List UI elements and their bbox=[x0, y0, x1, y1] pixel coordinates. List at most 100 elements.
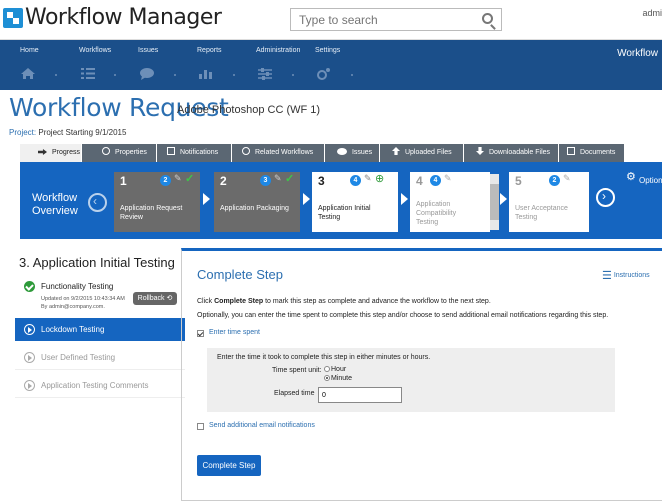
nav-home[interactable]: Home bbox=[20, 47, 39, 54]
options-link[interactable]: Option bbox=[639, 176, 662, 185]
rollback-label: Rollback bbox=[137, 295, 165, 302]
gear-icon[interactable]: ⚙ bbox=[626, 170, 636, 183]
gear-icon[interactable] bbox=[316, 67, 332, 80]
sidebar-item-lockdown-testing[interactable]: Lockdown Testing bbox=[15, 318, 185, 341]
overview-title-line1: Workflow bbox=[32, 192, 78, 204]
tab-label: Progress bbox=[51, 149, 80, 156]
step-scrollbar[interactable] bbox=[490, 174, 499, 230]
unit-minute-option[interactable]: Minute bbox=[324, 375, 352, 382]
line1-bold: Complete Step bbox=[214, 298, 264, 305]
sliders-icon[interactable] bbox=[257, 67, 273, 80]
chevron-right-icon bbox=[500, 193, 507, 205]
user-name[interactable]: admi bbox=[642, 8, 662, 18]
nav-reports[interactable]: Reports bbox=[197, 47, 222, 54]
sidebar-title: 3. Application Initial Testing bbox=[19, 255, 175, 270]
tab-notifications[interactable]: Notifications bbox=[157, 144, 232, 162]
email-notifications-checkbox[interactable] bbox=[197, 423, 204, 430]
workflow-step-5[interactable]: 5 2 ✎ User Acceptance Testing bbox=[509, 172, 589, 232]
step-label: Application Packaging bbox=[220, 205, 289, 212]
home-icon[interactable] bbox=[20, 67, 36, 80]
project-value[interactable]: Project Starting 9/1/2015 bbox=[38, 128, 126, 137]
complete-step-button[interactable]: Complete Step bbox=[197, 455, 261, 476]
list-icon[interactable] bbox=[80, 67, 96, 80]
tab-properties[interactable]: Properties bbox=[82, 144, 157, 162]
enter-time-checkbox[interactable] bbox=[197, 330, 204, 337]
tab-label: Issues bbox=[351, 149, 373, 156]
workflow-step-4[interactable]: 4 4 ✎ Application Compatibility Testing bbox=[410, 172, 490, 232]
layers-icon bbox=[242, 147, 250, 155]
brand-label: Workflow bbox=[617, 48, 658, 59]
tab-uploaded-files[interactable]: Uploaded Files bbox=[380, 144, 464, 162]
instructions-link[interactable]: ☰ Instructions bbox=[602, 269, 650, 282]
tab-label: Related Workflows bbox=[254, 149, 314, 156]
minute-radio[interactable] bbox=[324, 375, 330, 381]
chat-icon[interactable] bbox=[139, 67, 155, 80]
rollback-button[interactable]: Rollback ⟲ bbox=[133, 292, 177, 305]
target-icon: ⊕ bbox=[375, 173, 385, 185]
sidebar-item-application-testing-comments[interactable]: Application Testing Comments bbox=[15, 375, 185, 398]
step-badge: 3 bbox=[260, 175, 271, 186]
line1-post: to mark this step as complete and advanc… bbox=[263, 298, 491, 305]
email-notifications-row[interactable]: Send additional email notifications bbox=[197, 422, 315, 430]
document-icon bbox=[567, 147, 575, 155]
nav-settings[interactable]: Settings bbox=[315, 47, 340, 54]
enter-time-row[interactable]: Enter time spent bbox=[197, 329, 260, 337]
time-prompt: Enter the time it took to complete this … bbox=[217, 354, 431, 361]
edit-icon: ✎ bbox=[364, 173, 372, 183]
search-input[interactable] bbox=[291, 9, 471, 30]
nav-separator bbox=[292, 74, 294, 76]
nav-issues[interactable]: Issues bbox=[138, 47, 158, 54]
nav-separator bbox=[351, 74, 353, 76]
tab-downloadable-files[interactable]: Downloadable Files bbox=[464, 144, 559, 162]
next-arrow-icon[interactable]: › bbox=[596, 188, 615, 207]
sidebar-item-label: Application Testing Comments bbox=[41, 381, 149, 390]
workflow-overview: Workflow Overview ‹ 1 2 ✎ ✓ Application … bbox=[20, 162, 662, 239]
page-subtitle: Adobe Photoshop CC (WF 1) bbox=[177, 104, 321, 116]
step-label: User Acceptance Testing bbox=[515, 205, 568, 221]
nav-separator bbox=[174, 74, 176, 76]
step-badge: 4 bbox=[430, 175, 441, 186]
workflow-step-2[interactable]: 2 3 ✎ ✓ Application Packaging bbox=[214, 172, 300, 232]
workflow-step-1[interactable]: 1 2 ✎ ✓ Application Request Review bbox=[114, 172, 200, 232]
tab-progress[interactable]: Progress bbox=[20, 144, 82, 162]
nav-workflows[interactable]: Workflows bbox=[79, 47, 111, 54]
search-box[interactable] bbox=[290, 8, 502, 31]
tab-label: Uploaded Files bbox=[404, 149, 452, 156]
nav-administration[interactable]: Administration bbox=[256, 47, 300, 54]
instructions-label: Instructions bbox=[613, 272, 650, 279]
updated-by-meta: By admin@company.com. bbox=[41, 304, 105, 310]
nav-separator bbox=[233, 74, 235, 76]
step-number: 5 bbox=[515, 174, 522, 188]
hour-radio[interactable] bbox=[324, 366, 330, 372]
step-badge: 2 bbox=[160, 175, 171, 186]
scrollbar-thumb[interactable] bbox=[490, 184, 499, 220]
unit-hour-option[interactable]: Hour bbox=[324, 366, 346, 373]
sidebar-item-user-defined-testing[interactable]: User Defined Testing bbox=[15, 347, 185, 370]
chat-bubble-icon bbox=[337, 148, 347, 155]
sidebar-item-functionality-testing[interactable]: Functionality Testing Updated on 9/2/201… bbox=[15, 279, 185, 317]
enter-time-label[interactable]: Enter time spent bbox=[209, 329, 260, 336]
email-notifications-label[interactable]: Send additional email notifications bbox=[209, 422, 315, 429]
mail-icon bbox=[167, 147, 175, 155]
step-number: 3 bbox=[318, 174, 325, 188]
workflow-step-3[interactable]: 3 4 ✎ ⊕ Application Initial Testing bbox=[312, 172, 398, 232]
time-unit-label: Time spent unit: bbox=[272, 367, 322, 374]
edit-icon: ✎ bbox=[274, 173, 282, 183]
edit-icon: ✎ bbox=[444, 173, 452, 183]
chart-icon[interactable] bbox=[198, 67, 214, 80]
check-circle-icon bbox=[24, 281, 35, 292]
minute-label: Minute bbox=[331, 375, 353, 382]
step-sidebar: 3. Application Initial Testing Functiona… bbox=[15, 243, 185, 501]
top-bar: Workflow Manager admi bbox=[0, 0, 662, 40]
search-icon[interactable] bbox=[482, 13, 493, 24]
tab-related-workflows[interactable]: Related Workflows bbox=[232, 144, 325, 162]
prev-arrow-icon[interactable]: ‹ bbox=[88, 193, 107, 212]
elapsed-time-input[interactable] bbox=[318, 387, 402, 403]
panel-title: Complete Step bbox=[197, 267, 283, 282]
project-label: Project: bbox=[9, 128, 37, 137]
tab-documents[interactable]: Documents bbox=[559, 144, 625, 162]
edit-icon: ✎ bbox=[174, 173, 182, 183]
tab-issues[interactable]: Issues bbox=[325, 144, 380, 162]
overview-title: Workflow Overview bbox=[32, 192, 78, 218]
chevron-right-icon bbox=[303, 193, 310, 205]
